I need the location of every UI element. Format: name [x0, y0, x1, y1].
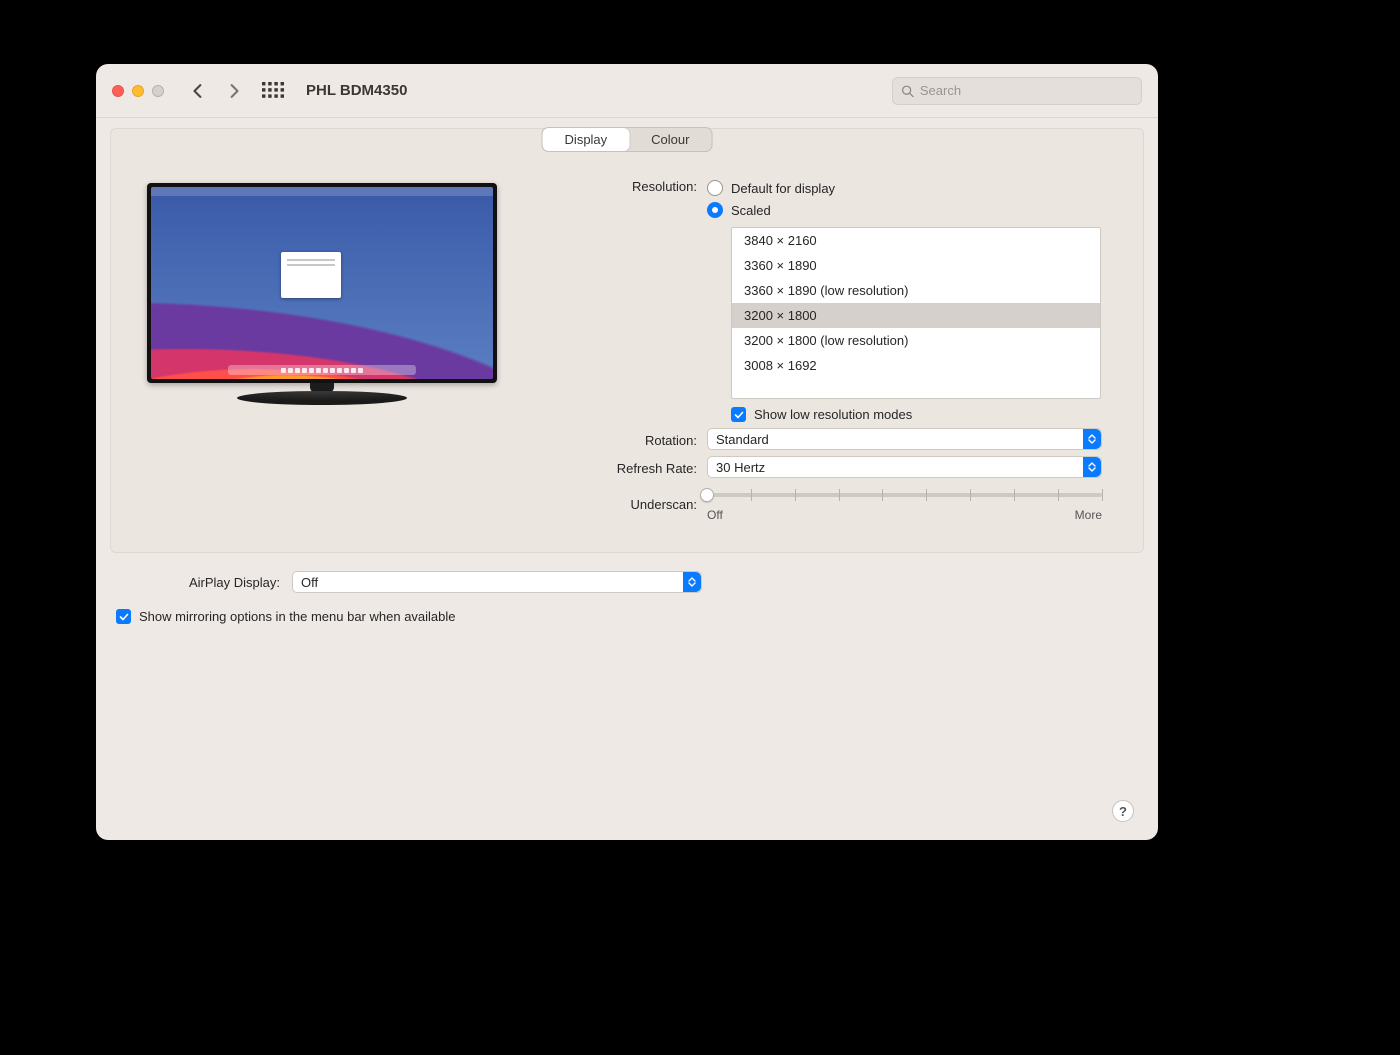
resolution-list[interactable]: 3840 × 2160 3360 × 1890 3360 × 1890 (low…: [731, 227, 1101, 399]
resolution-option[interactable]: 3008 × 1692: [732, 353, 1100, 378]
refresh-rate-value: 30 Hertz: [716, 460, 765, 475]
underscan-slider[interactable]: [707, 484, 1102, 506]
airplay-select[interactable]: Off: [292, 571, 702, 593]
underscan-max-label: More: [1075, 508, 1102, 522]
checkbox-on-icon: [731, 407, 746, 422]
underscan-min-label: Off: [707, 508, 723, 522]
zoom-window-button: [152, 85, 164, 97]
refresh-rate-label: Refresh Rate:: [537, 459, 707, 476]
checkbox-on-icon: [116, 609, 131, 624]
show-low-res-label: Show low resolution modes: [754, 407, 912, 422]
rotation-value: Standard: [716, 432, 769, 447]
all-prefs-button[interactable]: [262, 82, 284, 100]
search-icon: [901, 84, 914, 98]
search-input[interactable]: [920, 83, 1133, 98]
show-low-res-checkbox[interactable]: Show low resolution modes: [731, 407, 1117, 422]
window-title: PHL BDM4350: [306, 82, 407, 99]
radio-on-icon: [707, 202, 723, 218]
monitor-preview: [137, 177, 507, 528]
rotation-label: Rotation:: [537, 431, 707, 448]
resolution-option-selected[interactable]: 3200 × 1800: [732, 303, 1100, 328]
close-window-button[interactable]: [112, 85, 124, 97]
airplay-value: Off: [301, 575, 318, 590]
window-controls: [112, 85, 164, 97]
stepper-icon: [1083, 429, 1101, 449]
resolution-label: Resolution:: [537, 177, 707, 194]
stepper-icon: [1083, 457, 1101, 477]
rotation-select[interactable]: Standard: [707, 428, 1102, 450]
mirroring-checkbox[interactable]: Show mirroring options in the menu bar w…: [116, 609, 1138, 624]
back-button[interactable]: [184, 77, 212, 105]
resolution-option[interactable]: 3840 × 2160: [732, 228, 1100, 253]
display-panel: Display Colour: [110, 128, 1144, 553]
forward-button: [220, 77, 248, 105]
chevron-right-icon: [227, 84, 241, 98]
resolution-default-radio[interactable]: Default for display: [707, 177, 1117, 199]
mirroring-label: Show mirroring options in the menu bar w…: [139, 609, 456, 624]
titlebar: PHL BDM4350: [96, 64, 1158, 118]
tab-segmented-control: Display Colour: [542, 127, 713, 152]
grid-icon: [262, 82, 284, 99]
radio-off-icon: [707, 180, 723, 196]
monitor-screen-icon: [147, 183, 497, 383]
resolution-option[interactable]: 3360 × 1890: [732, 253, 1100, 278]
tab-display[interactable]: Display: [543, 128, 630, 151]
resolution-scaled-label: Scaled: [731, 203, 771, 218]
stepper-icon: [683, 572, 701, 592]
help-icon: ?: [1119, 804, 1127, 819]
resolution-default-label: Default for display: [731, 181, 835, 196]
tab-colour[interactable]: Colour: [629, 128, 711, 151]
help-button[interactable]: ?: [1112, 800, 1134, 822]
resolution-option[interactable]: 3360 × 1890 (low resolution): [732, 278, 1100, 303]
preferences-window: PHL BDM4350 Display Colour: [96, 64, 1158, 840]
resolution-option[interactable]: 3200 × 1800 (low resolution): [732, 328, 1100, 353]
slider-knob-icon[interactable]: [700, 488, 714, 502]
settings-form: Resolution: Default for display Scaled: [537, 177, 1117, 528]
airplay-label: AirPlay Display:: [116, 575, 292, 590]
minimize-window-button[interactable]: [132, 85, 144, 97]
search-field[interactable]: [892, 77, 1142, 105]
content-area: Display Colour: [96, 118, 1158, 840]
resolution-scaled-radio[interactable]: Scaled: [707, 199, 1117, 221]
chevron-left-icon: [191, 84, 205, 98]
footer-area: AirPlay Display: Off Show mirroring opti…: [110, 553, 1144, 624]
underscan-label: Underscan:: [537, 495, 707, 512]
refresh-rate-select[interactable]: 30 Hertz: [707, 456, 1102, 478]
